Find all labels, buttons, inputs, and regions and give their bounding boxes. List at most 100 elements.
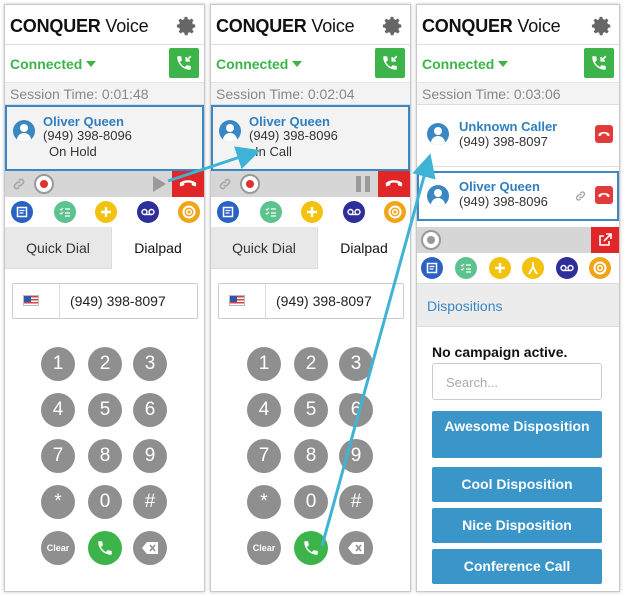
- checklist-icon[interactable]: [455, 257, 477, 279]
- awesome-disposition-button[interactable]: Awesome Disposition: [432, 411, 602, 458]
- backspace-button[interactable]: [133, 531, 167, 565]
- us-flag-icon[interactable]: [229, 295, 245, 306]
- key-9[interactable]: 9: [133, 439, 167, 473]
- key-2[interactable]: 2: [294, 347, 328, 381]
- pause-icon[interactable]: [356, 176, 370, 192]
- call-controls: [5, 171, 204, 197]
- notes-icon[interactable]: [11, 201, 33, 223]
- hangup-button[interactable]: [172, 171, 204, 197]
- caller-number: (949) 398-8096: [459, 194, 548, 209]
- call-button[interactable]: [88, 531, 122, 565]
- active-call-card[interactable]: Oliver Queen (949) 398-8096 In Call: [211, 105, 410, 171]
- active-call-card[interactable]: Oliver Queen (949) 398-8096 On Hold: [5, 105, 204, 171]
- link-icon[interactable]: [11, 177, 27, 191]
- hangup-button[interactable]: [595, 125, 613, 143]
- key-1[interactable]: 1: [41, 347, 75, 381]
- help-lifebuoy-icon[interactable]: [384, 201, 406, 223]
- tab-dialpad[interactable]: Dialpad: [111, 227, 204, 269]
- key-3[interactable]: 3: [133, 347, 167, 381]
- backspace-icon: [348, 542, 364, 554]
- popout-button[interactable]: [591, 227, 619, 253]
- key-4[interactable]: 4: [41, 393, 75, 427]
- dial-number-value[interactable]: (949) 398-8097: [70, 293, 166, 309]
- key-0[interactable]: 0: [294, 485, 328, 519]
- dial-number-field[interactable]: (949) 398-8097: [12, 283, 198, 319]
- hangup-button[interactable]: [378, 171, 410, 197]
- brand-logo: CONQUER Voice: [10, 16, 149, 36]
- clear-button[interactable]: Clear: [41, 531, 75, 565]
- status-dropdown[interactable]: Connected: [10, 56, 97, 72]
- call-card-unknown[interactable]: Unknown Caller (949) 398-8097: [417, 111, 619, 167]
- key-8[interactable]: 8: [294, 439, 328, 473]
- key-star[interactable]: *: [247, 485, 281, 519]
- dial-number-value[interactable]: (949) 398-8097: [276, 293, 372, 309]
- nice-disposition-button[interactable]: Nice Disposition: [432, 508, 602, 543]
- backspace-button[interactable]: [339, 531, 373, 565]
- key-7[interactable]: 7: [247, 439, 281, 473]
- link-icon[interactable]: [574, 190, 587, 202]
- transfer-icon[interactable]: [522, 257, 544, 279]
- cool-disposition-button[interactable]: Cool Disposition: [432, 467, 602, 502]
- phone-hangup-icon: [598, 192, 610, 197]
- call-card-oliver[interactable]: Oliver Queen (949) 398-8096: [417, 171, 619, 221]
- call-status-button[interactable]: [375, 48, 405, 78]
- voicemail-icon[interactable]: [137, 201, 159, 223]
- tab-quick-dial[interactable]: Quick Dial: [5, 227, 111, 269]
- tab-quick-dial[interactable]: Quick Dial: [211, 227, 317, 269]
- help-lifebuoy-icon[interactable]: [178, 201, 200, 223]
- conference-call-button[interactable]: Conference Call: [432, 549, 602, 584]
- phone-incoming-icon: [383, 55, 398, 70]
- key-6[interactable]: 6: [133, 393, 167, 427]
- key-star[interactable]: *: [41, 485, 75, 519]
- phone-hangup-icon: [385, 180, 403, 187]
- call-status-button[interactable]: [584, 48, 614, 78]
- key-0[interactable]: 0: [88, 485, 122, 519]
- key-8[interactable]: 8: [88, 439, 122, 473]
- add-icon[interactable]: [489, 257, 511, 279]
- dial-number-field[interactable]: (949) 398-8097: [218, 283, 404, 319]
- voicemail-icon[interactable]: [343, 201, 365, 223]
- session-time: Session Time: 0:01:48: [5, 83, 204, 105]
- voicemail-icon[interactable]: [556, 257, 578, 279]
- key-9[interactable]: 9: [339, 439, 373, 473]
- checklist-icon[interactable]: [54, 201, 76, 223]
- add-icon[interactable]: [95, 201, 117, 223]
- user-avatar-icon: [219, 120, 241, 142]
- record-icon[interactable]: [34, 174, 54, 194]
- record-icon[interactable]: [421, 230, 441, 250]
- status-dropdown[interactable]: Connected: [422, 56, 509, 72]
- backspace-icon: [142, 542, 158, 554]
- key-3[interactable]: 3: [339, 347, 373, 381]
- key-5[interactable]: 5: [88, 393, 122, 427]
- key-hash[interactable]: #: [133, 485, 167, 519]
- call-status-button[interactable]: [169, 48, 199, 78]
- status-dropdown[interactable]: Connected: [216, 56, 303, 72]
- key-4[interactable]: 4: [247, 393, 281, 427]
- key-7[interactable]: 7: [41, 439, 75, 473]
- dispositions-header[interactable]: Dispositions: [417, 283, 619, 327]
- add-icon[interactable]: [301, 201, 323, 223]
- play-icon[interactable]: [153, 176, 166, 192]
- gear-icon[interactable]: [176, 15, 198, 37]
- disposition-search-input[interactable]: Search...: [432, 363, 602, 400]
- checklist-icon[interactable]: [260, 201, 282, 223]
- link-icon[interactable]: [217, 177, 233, 191]
- call-button[interactable]: [294, 531, 328, 565]
- gear-icon[interactable]: [591, 15, 613, 37]
- notes-icon[interactable]: [217, 201, 239, 223]
- session-time: Session Time: 0:03:06: [417, 83, 619, 105]
- phone-call-icon: [304, 541, 318, 555]
- notes-icon[interactable]: [421, 257, 443, 279]
- help-lifebuoy-icon[interactable]: [589, 257, 611, 279]
- key-5[interactable]: 5: [294, 393, 328, 427]
- record-icon[interactable]: [240, 174, 260, 194]
- key-2[interactable]: 2: [88, 347, 122, 381]
- clear-button[interactable]: Clear: [247, 531, 281, 565]
- gear-icon[interactable]: [382, 15, 404, 37]
- tab-dialpad[interactable]: Dialpad: [317, 227, 410, 269]
- key-hash[interactable]: #: [339, 485, 373, 519]
- key-1[interactable]: 1: [247, 347, 281, 381]
- hangup-button[interactable]: [595, 186, 613, 204]
- us-flag-icon[interactable]: [23, 295, 39, 306]
- key-6[interactable]: 6: [339, 393, 373, 427]
